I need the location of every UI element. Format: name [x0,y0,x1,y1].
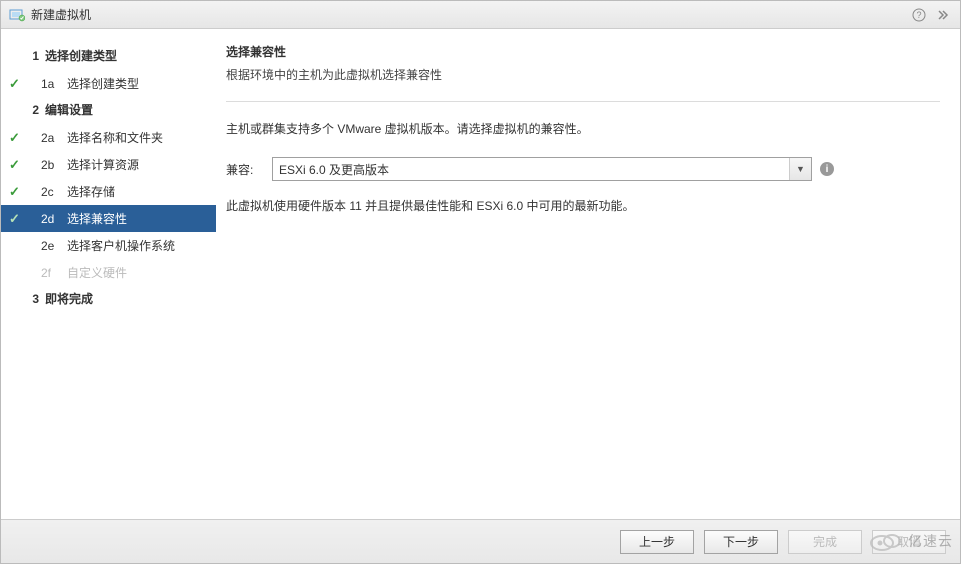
new-vm-dialog: 新建虚拟机 ? 1 选择创建类型 ✓ 1a 选择创建类型 [0,0,961,564]
dialog-footer: 上一步 下一步 完成 取消 [1,519,960,563]
sidebar-step-1a[interactable]: ✓ 1a 选择创建类型 [1,70,216,97]
step-label: 选择兼容性 [67,210,127,227]
check-icon: ✓ [9,211,20,227]
section-label: 编辑设置 [45,101,93,118]
step-id: 2a [41,131,59,145]
sidebar-step-2f: 2f 自定义硬件 [1,259,216,286]
step-label: 选择名称和文件夹 [67,129,163,146]
step-id: 2b [41,158,59,172]
sidebar-step-2e[interactable]: 2e 选择客户机操作系统 [1,232,216,259]
page-subtitle: 根据环境中的主机为此虚拟机选择兼容性 [226,66,940,83]
sidebar-step-2b[interactable]: ✓ 2b 选择计算资源 [1,151,216,178]
section-number: 2 [25,103,39,117]
back-button[interactable]: 上一步 [620,530,694,554]
step-id: 2f [41,266,59,280]
page-title: 选择兼容性 [226,43,940,60]
section-number: 1 [25,49,39,63]
step-label: 选择计算资源 [67,156,139,173]
step-label: 选择创建类型 [67,75,139,92]
sidebar-section-3: 3 即将完成 [1,286,216,313]
sidebar-step-2a[interactable]: ✓ 2a 选择名称和文件夹 [1,124,216,151]
compatibility-hint: 此虚拟机使用硬件版本 11 并且提供最佳性能和 ESXi 6.0 中可用的最新功… [226,197,940,214]
compatibility-label: 兼容: [226,161,264,178]
sidebar-step-2d[interactable]: ✓ 2d 选择兼容性 [1,205,216,232]
main-panel: 选择兼容性 根据环境中的主机为此虚拟机选择兼容性 主机或群集支持多个 VMwar… [216,29,960,519]
finish-button: 完成 [788,530,862,554]
compatibility-value: ESXi 6.0 及更高版本 [279,161,389,178]
wizard-sidebar: 1 选择创建类型 ✓ 1a 选择创建类型 2 编辑设置 ✓ 2a 选择名称和文件… [1,29,216,519]
step-id: 2c [41,185,59,199]
dialog-title: 新建虚拟机 [31,6,904,23]
section-label: 选择创建类型 [45,47,117,64]
expand-icon[interactable] [934,6,952,24]
step-id: 2d [41,212,59,226]
vm-icon [9,7,25,23]
check-icon: ✓ [9,76,20,92]
next-button[interactable]: 下一步 [704,530,778,554]
step-id: 2e [41,239,59,253]
cancel-button: 取消 [872,530,946,554]
sidebar-section-2: 2 编辑设置 [1,97,216,124]
chevron-down-icon: ▼ [789,158,811,180]
compatibility-row: 兼容: ESXi 6.0 及更高版本 ▼ i [226,157,940,181]
dialog-content: 1 选择创建类型 ✓ 1a 选择创建类型 2 编辑设置 ✓ 2a 选择名称和文件… [1,29,960,519]
help-icon[interactable]: ? [910,6,928,24]
step-label: 选择存储 [67,183,115,200]
section-number: 3 [25,292,39,306]
check-icon: ✓ [9,184,20,200]
step-label: 选择客户机操作系统 [67,237,175,254]
step-label: 自定义硬件 [67,264,127,281]
page-description: 主机或群集支持多个 VMware 虚拟机版本。请选择虚拟机的兼容性。 [226,120,940,137]
sidebar-section-1: 1 选择创建类型 [1,43,216,70]
sidebar-step-2c[interactable]: ✓ 2c 选择存储 [1,178,216,205]
compatibility-select[interactable]: ESXi 6.0 及更高版本 ▼ [272,157,812,181]
divider [226,101,940,102]
svg-text:?: ? [916,10,921,20]
check-icon: ✓ [9,157,20,173]
step-id: 1a [41,77,59,91]
info-icon[interactable]: i [820,162,834,176]
section-label: 即将完成 [45,290,93,307]
titlebar: 新建虚拟机 ? [1,1,960,29]
check-icon: ✓ [9,130,20,146]
